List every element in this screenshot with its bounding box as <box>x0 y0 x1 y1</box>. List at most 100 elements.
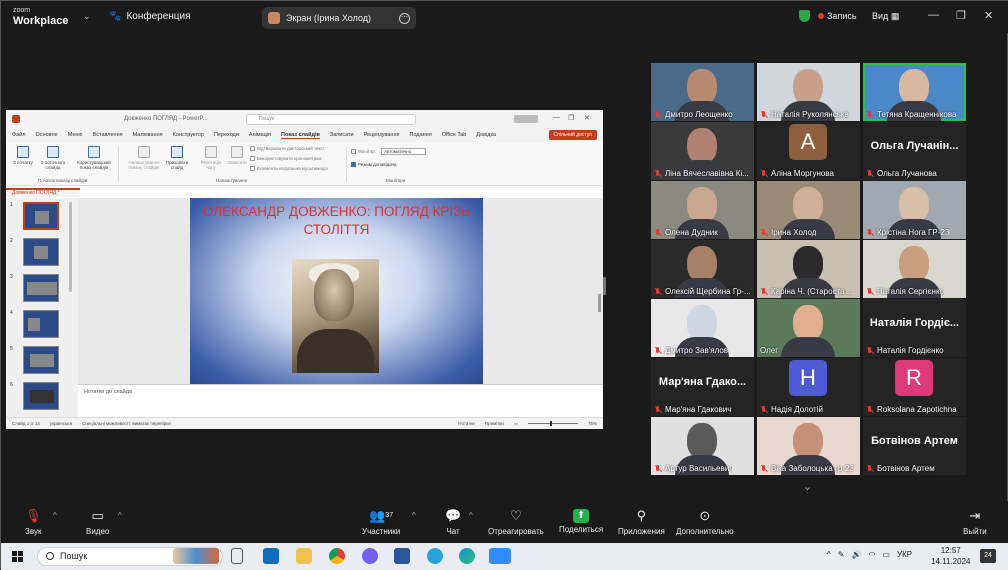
presenter-view-checkbox[interactable]: Режим доповідача <box>351 162 396 167</box>
participant-tile[interactable]: Тетяна Кращеннікова <box>863 63 966 121</box>
leave-button[interactable]: ⇥ Выйти <box>963 507 987 536</box>
slide-thumbnail[interactable] <box>23 274 59 302</box>
search-highlight-image[interactable] <box>173 548 219 564</box>
restore-icon[interactable]: ❐ <box>956 9 966 22</box>
comments-button[interactable]: Примітки <box>485 421 504 426</box>
zoom-taskbar-icon[interactable] <box>489 548 511 564</box>
media-controls-checkbox[interactable]: Елементи керування мультимедіа <box>250 166 328 171</box>
chrome-icon[interactable] <box>329 548 345 564</box>
accessibility-status[interactable]: Спеціальні можливості: вимагає перевірки <box>82 421 171 426</box>
keyboard-language[interactable]: УКР <box>897 550 912 559</box>
meeting-info-button[interactable]: 🐾 Конференция <box>109 11 191 22</box>
participant-tile[interactable]: Ліна Вячеславівна Кі... <box>651 122 754 180</box>
windows-start-icon[interactable] <box>12 551 23 562</box>
more-options-icon[interactable]: ⋯ <box>399 12 410 24</box>
tab-transitions[interactable]: Переходи <box>214 132 239 138</box>
slide-scrollbar[interactable] <box>598 294 601 312</box>
restore-icon[interactable]: ❐ <box>568 114 574 122</box>
record-button[interactable]: Записати <box>222 146 252 165</box>
recording-indicator[interactable]: Запись <box>799 10 857 22</box>
tab-slideshow[interactable]: Показ слайдів <box>281 132 320 139</box>
chevron-up-icon[interactable]: ^ <box>118 511 122 520</box>
chevron-down-icon[interactable]: ⌄ <box>83 11 91 22</box>
participant-tile[interactable]: Наталія Гордіє... Наталія Гордієнко <box>863 299 966 357</box>
mute-button[interactable]: 🎙 Звук <box>25 507 42 536</box>
participant-tile[interactable]: Каріна Ч. (Староста ... <box>757 240 860 298</box>
search-box[interactable]: Пошук <box>246 114 416 125</box>
shared-screen-pill[interactable]: Экран (Ірина Холод) ⋯ <box>262 7 416 29</box>
participant-tile[interactable]: Наталія Руколянська <box>757 63 860 121</box>
hide-slide-button[interactable]: Приховати слайд <box>162 146 192 170</box>
setup-show-button[interactable]: Налаштування показу слайдів <box>124 146 164 170</box>
slide-thumbnail[interactable] <box>23 202 59 230</box>
close-icon[interactable]: ✕ <box>984 9 993 22</box>
participant-tile[interactable]: Олена Дудник <box>651 181 754 239</box>
tab-record[interactable]: Записати <box>330 132 354 138</box>
tab-file[interactable]: Файл <box>12 132 26 138</box>
slide-thumbnail[interactable] <box>23 238 59 266</box>
timings-checkbox[interactable]: Використовувати хронометраж <box>250 156 322 161</box>
participant-tile[interactable]: Ботвінов Артем Ботвінов Артем <box>863 417 966 475</box>
participant-tile[interactable]: Олексій Щербина Гр-... <box>651 240 754 298</box>
monitor-value[interactable]: Автоматично <box>381 148 427 155</box>
zoom-level[interactable]: 75% <box>588 421 597 426</box>
task-view-icon[interactable] <box>231 548 243 564</box>
minimize-icon[interactable]: — <box>928 9 939 21</box>
apps-button[interactable]: ⚲ Приложения <box>618 507 665 536</box>
chevron-up-icon[interactable]: ^ <box>53 511 57 520</box>
custom-show-button[interactable]: Користувацький показ слайдів <box>74 146 114 170</box>
tab-animations[interactable]: Анімація <box>249 132 271 138</box>
tab-design[interactable]: Конструктор <box>173 132 204 138</box>
share-screen-button[interactable]: ⬆ Поделиться <box>559 507 603 534</box>
outlook-icon[interactable] <box>263 548 279 564</box>
file-explorer-icon[interactable] <box>296 548 312 564</box>
shared-screen[interactable]: Довженко ПОГЛЯД - PowerP... Пошук — ❐ ✕ … <box>6 110 603 429</box>
participant-tile[interactable]: Ольга Лучанін... Ольга Лучанова <box>863 122 966 180</box>
tab-office-tab[interactable]: Office Tab <box>442 132 467 138</box>
notifications-badge[interactable]: 24 <box>980 549 996 563</box>
participant-tile[interactable]: Дмитро Зав'ялов <box>651 299 754 357</box>
word-icon[interactable] <box>394 548 410 564</box>
chat-button[interactable]: 💬 Чат <box>445 507 461 536</box>
speaker-icon[interactable]: 🔊 <box>851 550 861 559</box>
slide-thumbnail[interactable] <box>23 346 59 374</box>
participant-tile[interactable]: Ірина Холод <box>757 181 860 239</box>
more-button[interactable]: ⊙ Дополнительно <box>676 507 734 536</box>
participant-tile[interactable]: Мар'яна Гдако... Мар'яна Гдакович <box>651 358 754 416</box>
video-button[interactable]: ▭ Видео <box>86 507 109 536</box>
tab-draw[interactable]: Малювання <box>133 132 163 138</box>
telegram-icon[interactable] <box>427 548 443 564</box>
participant-tile[interactable]: Артур Васильевич <box>651 417 754 475</box>
participant-tile[interactable]: Наталія Сергієнко <box>863 240 966 298</box>
tab-view[interactable]: Подання <box>409 132 431 138</box>
tab-home[interactable]: Основне <box>36 132 58 138</box>
narration-checkbox[interactable]: Відтворювати дикторський текст <box>250 146 325 151</box>
participant-tile[interactable]: Крістіна Нога ГР-23 <box>863 181 966 239</box>
document-tab[interactable]: Довженко ПОГЛЯД * <box>6 188 80 197</box>
chevron-up-icon[interactable]: ^ <box>412 511 416 520</box>
close-icon[interactable]: ✕ <box>584 114 590 122</box>
participants-button[interactable]: 👥37 Участники <box>362 507 400 536</box>
participant-tile[interactable]: R Roksolana Zapotichna <box>863 358 966 416</box>
panel-splitter[interactable] <box>603 277 606 295</box>
clock[interactable]: 12:57 14.11.2024 <box>931 545 970 567</box>
share-doc-button[interactable]: Спільний доступ <box>548 130 597 140</box>
battery-icon[interactable]: ▭ <box>882 550 890 559</box>
from-start-button[interactable]: З початку <box>8 146 38 165</box>
react-button[interactable]: ♡ Отреагировать <box>488 507 544 536</box>
chevron-up-icon[interactable]: ^ <box>469 511 473 520</box>
notes-button[interactable]: Нотатки <box>458 421 475 426</box>
slide-editor[interactable]: ОЛЕКСАНДР ДОВЖЕНКО: ПОГЛЯД КРІЗЬ СТОЛІТТ… <box>78 198 603 384</box>
monitor-select[interactable]: Монітор: Автоматично <box>351 148 427 155</box>
tab-insert[interactable]: Вставлення <box>93 132 123 138</box>
chevron-down-icon[interactable]: ⌄ <box>803 480 812 493</box>
wifi-icon[interactable]: ◠ <box>868 550 875 559</box>
view-button[interactable]: Вид ▦ <box>872 11 899 22</box>
from-current-button[interactable]: З поточного слайда <box>38 146 68 170</box>
participant-tile[interactable]: А Аліна Моргунова <box>757 122 860 180</box>
slide-thumbnail[interactable] <box>23 310 59 338</box>
thumbnail-scrollbar[interactable] <box>69 202 72 292</box>
tab-menu[interactable]: Меню <box>68 132 83 138</box>
viber-icon[interactable] <box>362 548 378 564</box>
current-slide[interactable]: ОЛЕКСАНДР ДОВЖЕНКО: ПОГЛЯД КРІЗЬ СТОЛІТТ… <box>190 198 483 384</box>
